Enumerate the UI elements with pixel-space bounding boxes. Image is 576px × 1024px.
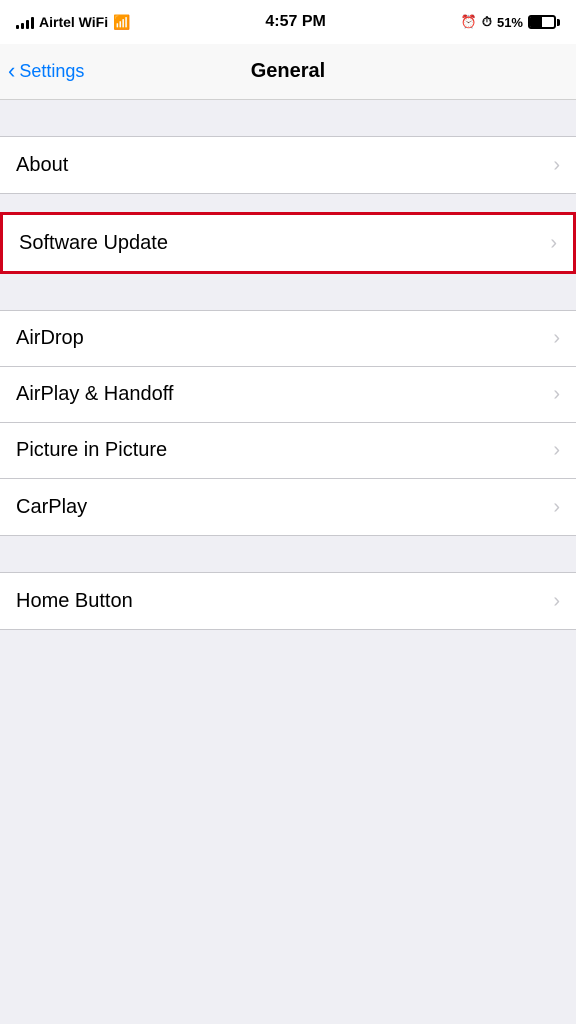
list-item-carplay[interactable]: CarPlay › bbox=[0, 479, 576, 535]
page-title: General bbox=[251, 60, 325, 83]
battery-icon bbox=[528, 15, 560, 29]
airplay-handoff-chevron-icon: › bbox=[553, 383, 560, 406]
section-gap-bottom bbox=[0, 630, 576, 710]
software-update-label: Software Update bbox=[19, 232, 168, 255]
back-chevron-icon: ‹ bbox=[8, 60, 15, 82]
section-gap-top bbox=[0, 100, 576, 136]
highlight-wrapper: Software Update › bbox=[0, 212, 576, 274]
about-label: About bbox=[16, 154, 68, 177]
software-update-chevron-icon: › bbox=[550, 232, 557, 255]
section-gap-1 bbox=[0, 194, 576, 212]
home-button-label: Home Button bbox=[16, 590, 133, 613]
list-item-about[interactable]: About › bbox=[0, 137, 576, 193]
list-item-airdrop[interactable]: AirDrop › bbox=[0, 311, 576, 367]
list-item-software-update[interactable]: Software Update › bbox=[3, 215, 573, 271]
clock-icon: ⏱ bbox=[482, 14, 492, 30]
status-left: Airtel WiFi 📶 bbox=[16, 14, 131, 31]
section-gap-3 bbox=[0, 536, 576, 572]
airdrop-chevron-icon: › bbox=[553, 327, 560, 350]
list-item-home-button[interactable]: Home Button › bbox=[0, 573, 576, 629]
list-group-about: About › bbox=[0, 136, 576, 194]
carplay-label: CarPlay bbox=[16, 496, 87, 519]
back-button[interactable]: ‹ Settings bbox=[8, 61, 84, 82]
wifi-icon: 📶 bbox=[113, 14, 130, 31]
signal-bar-1 bbox=[16, 25, 19, 29]
signal-bar-2 bbox=[21, 23, 24, 29]
list-group-home-button: Home Button › bbox=[0, 572, 576, 630]
signal-bars-icon bbox=[16, 15, 34, 29]
signal-bar-3 bbox=[26, 20, 29, 29]
list-group-connectivity: AirDrop › AirPlay & Handoff › Picture in… bbox=[0, 310, 576, 536]
list-item-picture-in-picture[interactable]: Picture in Picture › bbox=[0, 423, 576, 479]
list-item-airplay-handoff[interactable]: AirPlay & Handoff › bbox=[0, 367, 576, 423]
section-gap-2 bbox=[0, 274, 576, 310]
home-button-chevron-icon: › bbox=[553, 590, 560, 613]
status-right: ⏰ ⏱ 51% bbox=[461, 14, 560, 30]
back-label: Settings bbox=[19, 61, 84, 82]
airplay-handoff-label: AirPlay & Handoff bbox=[16, 383, 174, 406]
about-chevron-icon: › bbox=[553, 154, 560, 177]
airdrop-label: AirDrop bbox=[16, 327, 84, 350]
picture-in-picture-label: Picture in Picture bbox=[16, 439, 167, 462]
nav-bar: ‹ Settings General bbox=[0, 44, 576, 100]
signal-bar-4 bbox=[31, 17, 34, 29]
picture-in-picture-chevron-icon: › bbox=[553, 439, 560, 462]
alarm-icon: ⏰ bbox=[461, 14, 477, 30]
time-label: 4:57 PM bbox=[265, 13, 325, 31]
carrier-label: Airtel WiFi bbox=[39, 14, 108, 30]
carplay-chevron-icon: › bbox=[553, 496, 560, 519]
battery-percent-label: 51% bbox=[497, 15, 523, 30]
status-bar: Airtel WiFi 📶 4:57 PM ⏰ ⏱ 51% bbox=[0, 0, 576, 44]
